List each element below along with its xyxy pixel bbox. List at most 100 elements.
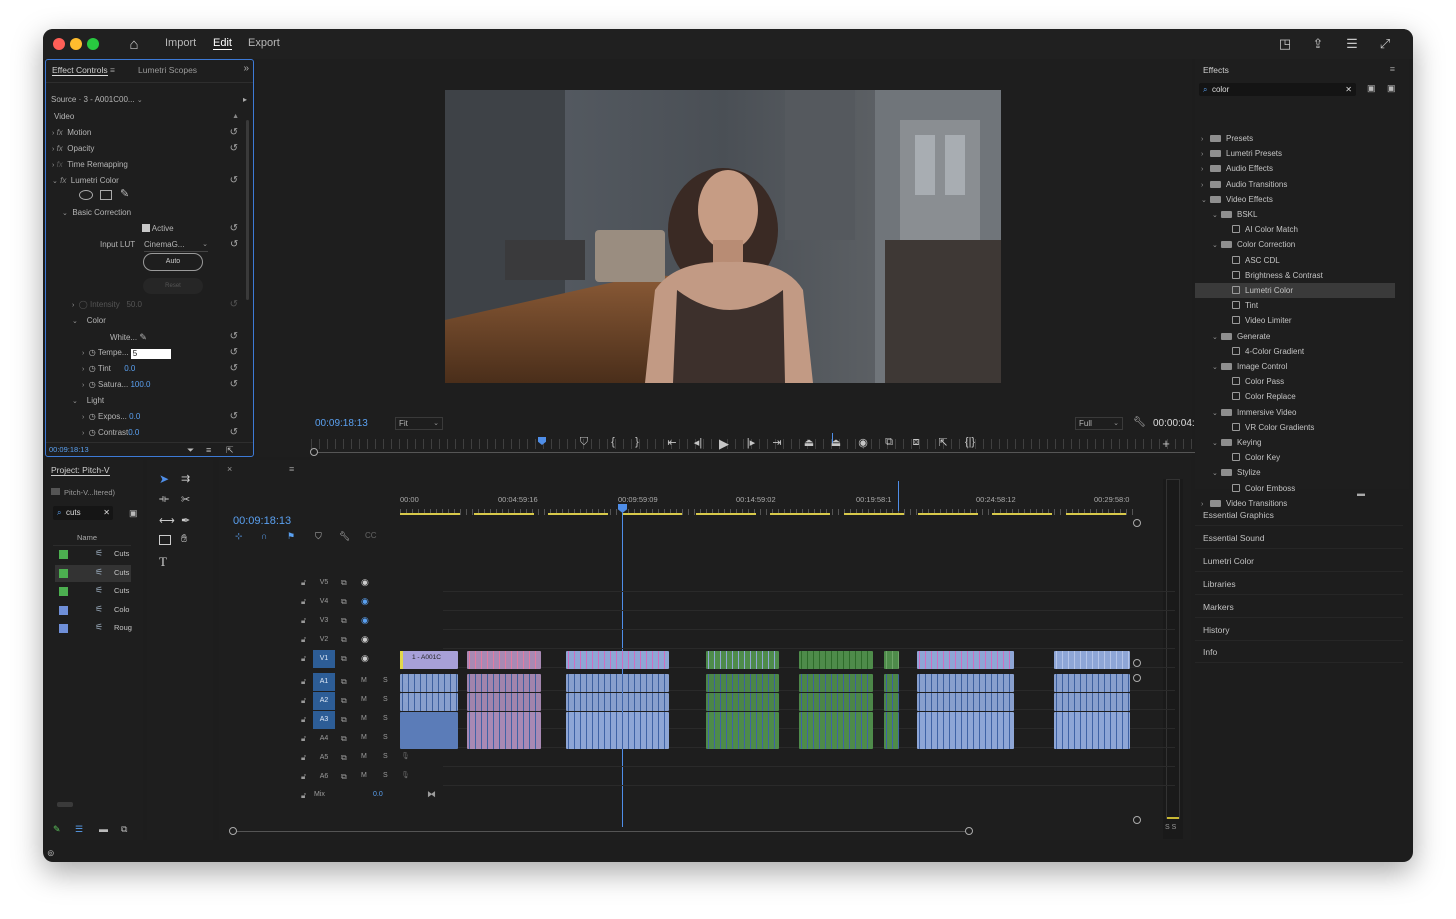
track-header[interactable]: 🔓︎ V2 ⧉ ◉ [261,631,439,650]
linked-selection-icon[interactable]: ∩ [261,531,267,541]
effects-folder[interactable]: ⌄ Video Effects [1195,192,1395,207]
close-window-button[interactable] [53,38,65,50]
freeform-view-icon[interactable]: ⧉ [121,824,127,835]
resolution-dropdown[interactable]: Full ⌄ [1075,417,1123,430]
step-forward-icon[interactable]: |▸ [742,436,760,449]
name-column-header[interactable]: Name [53,530,131,546]
list-item[interactable]: ⚟ Colo [55,602,131,619]
sync-lock-icon[interactable]: ⧉ [341,734,347,744]
insert-icon[interactable]: ⧉ [880,436,898,449]
pen-tool-icon[interactable]: ✒ [181,514,190,527]
sync-lock-icon[interactable]: ⧉ [341,635,347,645]
chevron-right-icon[interactable]: › [1201,162,1210,177]
sequence-menu-icon[interactable]: ≡ [289,464,294,474]
panel-overflow-icon[interactable]: » [243,63,249,74]
eye-hidden-icon[interactable]: ◉ [361,596,369,607]
lock-icon[interactable]: 🔓︎ [301,753,306,763]
track-header[interactable]: 🔓︎ A5 ⧉ M S 🎙︎ [261,749,439,768]
effects-search-input[interactable]: ⌕ color ✕ [1199,83,1356,96]
audio-clip[interactable] [884,674,899,692]
32bit-effects-icon[interactable]: ▣ [1387,83,1396,94]
track-target[interactable]: A2 [313,692,335,710]
video-clip[interactable] [884,651,899,669]
solo-button[interactable]: S [383,715,388,722]
mute-button[interactable]: M [361,772,367,779]
audio-clip[interactable] [706,674,779,692]
sync-lock-icon[interactable]: ⧉ [341,696,347,706]
reset-icon[interactable]: ↺ [230,238,238,252]
audio-clip[interactable] [566,674,669,692]
effects-folder[interactable]: › Lumetri Presets [1195,146,1395,161]
lock-icon[interactable]: 🔓︎ [301,597,306,607]
video-clip[interactable] [917,651,1014,669]
effects-folder[interactable]: ⌄ Color Correction [1195,237,1395,252]
new-bin-icon[interactable]: ▣ [129,508,138,519]
mute-button[interactable]: M [361,753,367,760]
track-target[interactable]: A6 [313,768,335,786]
selection-tool-icon[interactable]: ➤ [159,472,169,486]
icon-view-icon[interactable]: ▬ [99,824,108,834]
go-to-in-icon[interactable]: ⇤ [663,436,681,449]
track-target[interactable]: V3 [313,612,335,630]
list-view-icon[interactable]: ☰ [75,824,83,835]
video-clip[interactable] [799,651,873,669]
track-target[interactable]: A4 [313,730,335,748]
ellipse-mask-icon[interactable] [79,190,93,200]
video-clip[interactable] [467,651,541,669]
side-panel-markers[interactable]: Markers [1195,596,1403,618]
share-icon[interactable]: ⇪ [1309,35,1327,53]
white-balance-row[interactable]: White... ✎ ↺ [110,330,238,344]
pencil-icon[interactable]: ✎ [53,824,61,835]
program-timecode[interactable]: 00:09:18:13 [315,417,368,431]
audio-clip[interactable] [566,693,669,711]
filter-icon[interactable]: ⏷ [187,443,194,457]
timeline-scrollbar[interactable] [233,831,969,832]
fullscreen-icon[interactable]: ⤢ [1376,35,1394,53]
eye-icon[interactable]: ◉ [361,653,369,664]
solo-button[interactable]: S [383,772,388,779]
audio-clip[interactable] [1054,712,1130,749]
effects-folder[interactable]: ⌄ Image Control [1195,359,1395,374]
solo-button[interactable]: S [383,753,388,760]
track-target[interactable]: V5 [313,574,335,592]
audio-clip[interactable] [917,712,1014,749]
sync-lock-icon[interactable]: ⧉ [341,677,347,687]
source-selector[interactable]: Source · 3 - A001C00... ⌄ [51,93,143,107]
export-icon[interactable]: ⇱ [934,436,952,449]
audio-clip[interactable] [799,674,873,692]
chevron-down-icon[interactable]: ⌄ [1212,466,1221,481]
effect-item[interactable]: 4-Color Gradient [1195,344,1395,359]
mark-in-icon[interactable]: { [604,436,622,448]
mute-button[interactable]: M [361,696,367,703]
audio-clip[interactable] [917,674,1014,692]
pen-mask-icon[interactable]: ✎ [120,187,129,200]
audio-clip[interactable] [400,674,458,692]
lock-icon[interactable]: 🔓︎ [301,696,306,706]
sync-lock-icon[interactable]: ⧉ [341,578,347,588]
chevron-down-icon[interactable]: ⌄ [1212,436,1221,451]
close-sequence-icon[interactable]: × [227,464,232,474]
chevron-down-icon[interactable]: ⌄ [1212,208,1221,223]
marker-icon[interactable]: ⛉ [315,531,322,542]
time-ruler[interactable] [311,439,1221,449]
effect-item[interactable]: Lumetri Color [1195,283,1395,298]
effect-item[interactable]: Color Emboss [1195,481,1395,496]
temperature-input[interactable]: 5 [130,349,171,359]
audio-clip[interactable] [917,693,1014,711]
fit-dropdown[interactable]: Fit ⌄ [395,417,443,430]
effects-folder[interactable]: ⌄ Generate [1195,329,1395,344]
captions-icon[interactable]: CC [365,531,377,540]
mix-value[interactable]: 0.0 [373,791,383,798]
effect-item[interactable]: AI Color Match [1195,222,1395,237]
nav-import[interactable]: Import [165,37,196,49]
audio-clip[interactable] [566,712,669,749]
eye-icon[interactable]: ◉ [361,577,369,588]
effect-item[interactable]: ASC CDL [1195,253,1395,268]
track-lane[interactable] [443,749,1175,767]
timeline-scroll-left[interactable] [229,827,237,835]
add-button-icon[interactable]: + [1157,436,1175,451]
track-lane[interactable] [443,574,1175,592]
vscroll-top[interactable] [1133,519,1141,527]
lock-icon[interactable]: 🔓︎ [301,677,306,687]
chevron-right-icon[interactable]: › [1201,178,1210,193]
